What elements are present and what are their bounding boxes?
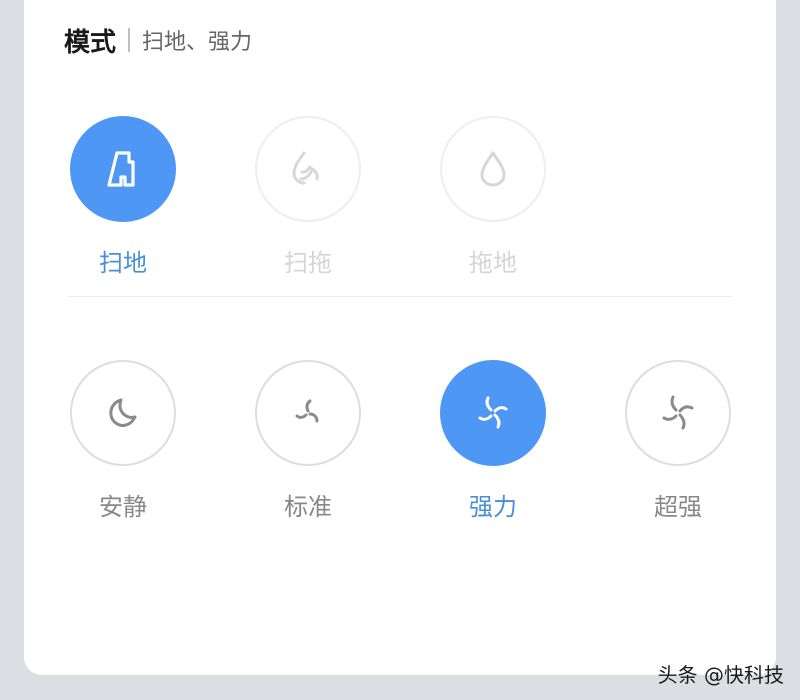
mode-sweep-mop-label: 扫拖 (284, 249, 332, 277)
watermark-text: 头条 @快科技 (657, 663, 784, 687)
power-max-button[interactable] (625, 360, 731, 466)
broom-icon (107, 151, 135, 187)
section-divider (68, 296, 732, 297)
mode-header: 模式 扫地、强力 (64, 22, 252, 58)
mode-summary: 扫地、强力 (142, 30, 253, 55)
mode-title: 模式 (64, 27, 117, 58)
power-quiet-label: 安静 (99, 493, 147, 521)
fan-large-icon (662, 395, 694, 430)
mode-option-mop[interactable]: 拖地 (439, 116, 547, 280)
power-strong-button[interactable] (440, 360, 546, 466)
sweep-mop-icon (292, 151, 319, 185)
power-max-label: 超强 (654, 493, 702, 521)
mode-mop-label: 拖地 (469, 249, 517, 277)
fan-small-icon (295, 399, 319, 423)
mode-option-sweep-mop[interactable]: 扫拖 (254, 116, 362, 280)
power-option-quiet[interactable]: 安静 (69, 360, 177, 524)
moon-icon (109, 398, 137, 427)
fan-icon (478, 396, 508, 429)
mode-sweep-label: 扫地 (99, 249, 147, 277)
page: 模式 扫地、强力 扫地 扫拖 拖地 安静 标准 强力 超强 头条 @快科技 (0, 0, 800, 700)
power-standard-label: 标准 (284, 493, 332, 521)
power-strong-label: 强力 (469, 493, 517, 521)
mode-sweep-button[interactable] (70, 116, 176, 222)
header-divider (128, 28, 131, 52)
power-option-strong[interactable]: 强力 (439, 360, 547, 524)
power-option-max[interactable]: 超强 (624, 360, 732, 524)
mode-option-sweep[interactable]: 扫地 (69, 116, 177, 280)
power-quiet-button[interactable] (70, 360, 176, 466)
water-drop-icon (480, 151, 506, 187)
power-standard-button[interactable] (255, 360, 361, 466)
power-option-standard[interactable]: 标准 (254, 360, 362, 524)
mode-sweep-mop-button[interactable] (255, 116, 361, 222)
mode-mop-button[interactable] (440, 116, 546, 222)
mode-card: 模式 扫地、强力 扫地 扫拖 拖地 安静 标准 强力 超强 (24, 0, 776, 675)
